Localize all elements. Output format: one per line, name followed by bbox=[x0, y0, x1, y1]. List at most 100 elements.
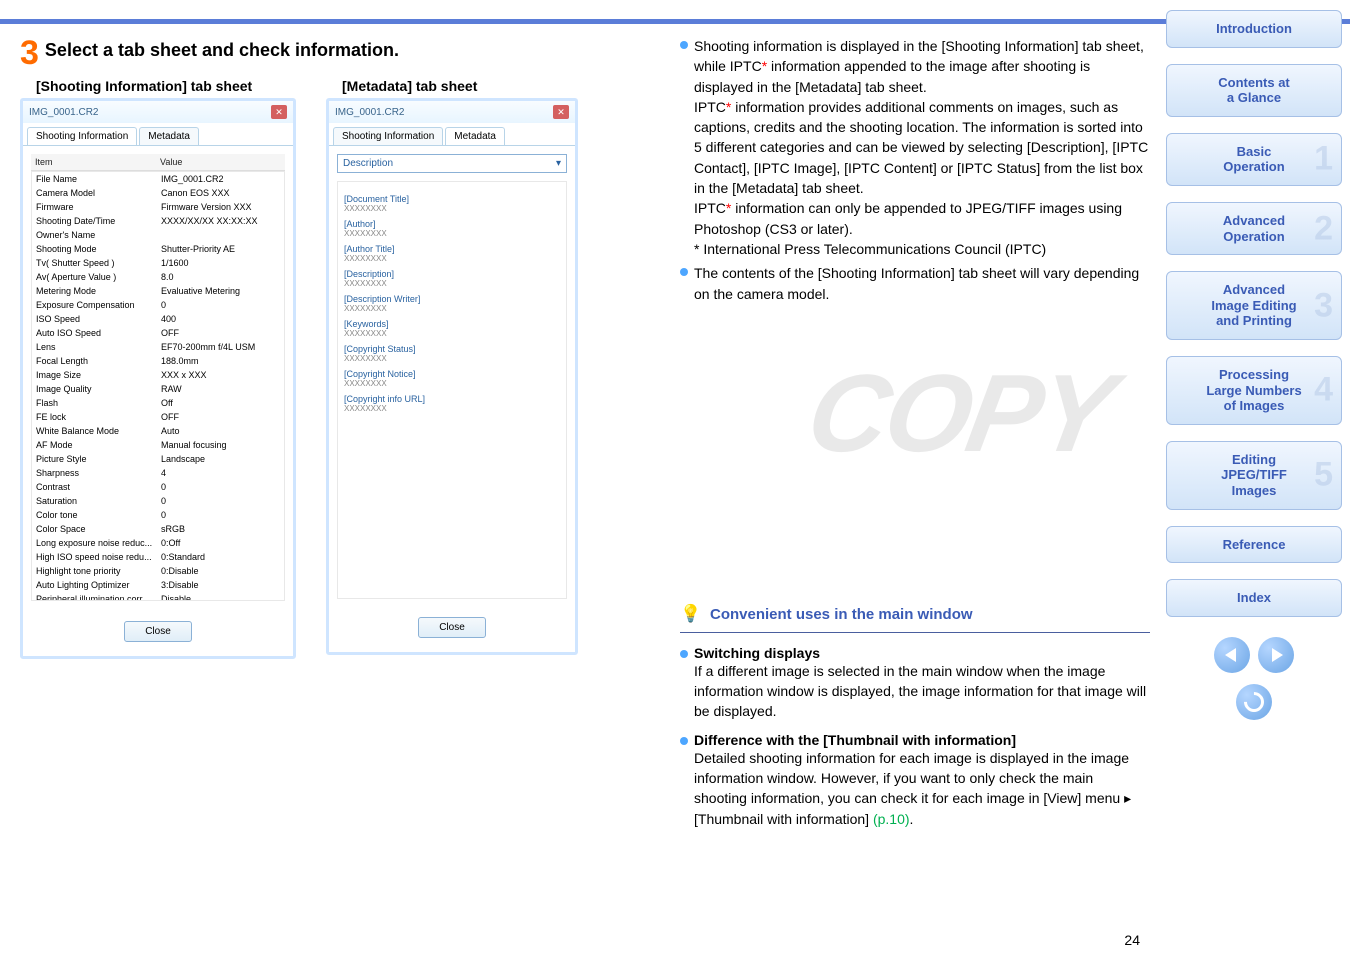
bullet-icon bbox=[680, 41, 688, 49]
sidebar-item[interactable]: Reference bbox=[1166, 526, 1342, 564]
row-value: sRGB bbox=[161, 524, 185, 534]
table-row: Image QualityRAW bbox=[32, 382, 284, 396]
sidebar-item[interactable]: Contents ata Glance bbox=[1166, 64, 1342, 117]
meta-value: XXXXXXXX bbox=[344, 229, 560, 238]
meta-value: XXXXXXXX bbox=[344, 354, 560, 363]
table-row: LensEF70-200mm f/4L USM bbox=[32, 340, 284, 354]
row-key: Auto Lighting Optimizer bbox=[36, 580, 161, 590]
row-value: Evaluative Metering bbox=[161, 286, 240, 296]
row-key: Long exposure noise reduc... bbox=[36, 538, 161, 548]
close-button[interactable]: Close bbox=[124, 621, 192, 642]
tab-metadata[interactable]: Metadata bbox=[139, 127, 199, 145]
table-row: Av( Aperture Value )8.0 bbox=[32, 270, 284, 284]
prev-page-button[interactable] bbox=[1214, 637, 1250, 673]
row-key: Color tone bbox=[36, 510, 161, 520]
table-row: Peripheral illumination corr...Disable bbox=[32, 592, 284, 601]
row-value: 188.0mm bbox=[161, 356, 199, 366]
bullet-icon bbox=[680, 268, 688, 276]
bullet-icon bbox=[680, 737, 688, 745]
row-key: Shooting Date/Time bbox=[36, 216, 161, 226]
row-key: FE lock bbox=[36, 412, 161, 422]
row-key: Image Size bbox=[36, 370, 161, 380]
row-key: Color Space bbox=[36, 524, 161, 534]
row-value: Firmware Version XXX bbox=[161, 202, 252, 212]
tab-metadata[interactable]: Metadata bbox=[445, 127, 505, 145]
table-row: Color tone0 bbox=[32, 508, 284, 522]
row-key: AF Mode bbox=[36, 440, 161, 450]
sheet1-label: [Shooting Information] tab sheet bbox=[36, 78, 296, 94]
sidebar-item[interactable]: EditingJPEG/TIFFImages5 bbox=[1166, 441, 1342, 510]
meta-key: [Copyright Status] bbox=[344, 344, 560, 354]
next-page-button[interactable] bbox=[1258, 637, 1294, 673]
sidebar-item[interactable]: BasicOperation1 bbox=[1166, 133, 1342, 186]
row-value: 0:Disable bbox=[161, 566, 199, 576]
tab-shooting-info[interactable]: Shooting Information bbox=[27, 127, 137, 145]
tip-heading: Convenient uses in the main window bbox=[710, 606, 973, 623]
row-value: Off bbox=[161, 398, 173, 408]
row-value: Auto bbox=[161, 426, 180, 436]
meta-key: [Document Title] bbox=[344, 194, 560, 204]
meta-key: [Author Title] bbox=[344, 244, 560, 254]
row-value: 0 bbox=[161, 300, 166, 310]
row-value: OFF bbox=[161, 328, 179, 338]
row-value: 0 bbox=[161, 510, 166, 520]
row-value: Landscape bbox=[161, 454, 205, 464]
table-row: Saturation0 bbox=[32, 494, 284, 508]
table-row: Contrast0 bbox=[32, 480, 284, 494]
row-key: Exposure Compensation bbox=[36, 300, 161, 310]
row-value: 0:Standard bbox=[161, 552, 205, 562]
col-item: Item bbox=[35, 157, 160, 167]
row-key: Peripheral illumination corr... bbox=[36, 594, 161, 601]
table-row: Shooting Date/TimeXXXX/XX/XX XX:XX:XX bbox=[32, 214, 284, 228]
table-row: Metering ModeEvaluative Metering bbox=[32, 284, 284, 298]
row-value: 4 bbox=[161, 468, 166, 478]
table-row: Camera ModelCanon EOS XXX bbox=[32, 186, 284, 200]
meta-key: [Description Writer] bbox=[344, 294, 560, 304]
meta-key: [Description] bbox=[344, 269, 560, 279]
close-icon[interactable]: ✕ bbox=[271, 105, 287, 119]
row-value: 0 bbox=[161, 496, 166, 506]
chapter-number: 5 bbox=[1314, 455, 1333, 496]
table-row: Image SizeXXX x XXX bbox=[32, 368, 284, 382]
row-value: 8.0 bbox=[161, 272, 174, 282]
sidebar-item[interactable]: AdvancedOperation2 bbox=[1166, 202, 1342, 255]
meta-key: [Copyright Notice] bbox=[344, 369, 560, 379]
tab-shooting-info[interactable]: Shooting Information bbox=[333, 127, 443, 145]
description-dropdown[interactable]: Description▾ bbox=[337, 154, 567, 173]
close-button[interactable]: Close bbox=[418, 617, 486, 638]
sidebar-item[interactable]: Index bbox=[1166, 579, 1342, 617]
row-key: Highlight tone priority bbox=[36, 566, 161, 576]
row-value: OFF bbox=[161, 412, 179, 422]
table-row: Long exposure noise reduc...0:Off bbox=[32, 536, 284, 550]
chevron-down-icon: ▾ bbox=[556, 158, 561, 169]
meta-value: XXXXXXXX bbox=[344, 379, 560, 388]
sidebar-item[interactable]: AdvancedImage Editingand Printing3 bbox=[1166, 271, 1342, 340]
row-key: Picture Style bbox=[36, 454, 161, 464]
page-link[interactable]: (p.10) bbox=[873, 811, 910, 827]
table-row: Tv( Shutter Speed )1/1600 bbox=[32, 256, 284, 270]
sub2-body: Detailed shooting information for each i… bbox=[694, 748, 1150, 829]
meta-key: [Keywords] bbox=[344, 319, 560, 329]
table-row: FirmwareFirmware Version XXX bbox=[32, 200, 284, 214]
table-row: Auto Lighting Optimizer3:Disable bbox=[32, 578, 284, 592]
sidebar-item[interactable]: ProcessingLarge Numbersof Images4 bbox=[1166, 356, 1342, 425]
chapter-number: 3 bbox=[1314, 285, 1333, 326]
table-row: Picture StyleLandscape bbox=[32, 452, 284, 466]
chapter-number: 4 bbox=[1314, 370, 1333, 411]
row-key: Camera Model bbox=[36, 188, 161, 198]
meta-value: XXXXXXXX bbox=[344, 254, 560, 263]
sidebar-item[interactable]: Introduction bbox=[1166, 10, 1342, 48]
meta-value: XXXXXXXX bbox=[344, 404, 560, 413]
back-button[interactable] bbox=[1236, 684, 1272, 720]
row-key: Saturation bbox=[36, 496, 161, 506]
row-value: RAW bbox=[161, 384, 182, 394]
close-icon[interactable]: ✕ bbox=[553, 105, 569, 119]
win2-title: IMG_0001.CR2 bbox=[335, 107, 404, 118]
row-value: Disable bbox=[161, 594, 191, 601]
row-value: Manual focusing bbox=[161, 440, 227, 450]
bulb-icon bbox=[680, 604, 702, 626]
step-number: 3 bbox=[20, 36, 39, 70]
row-key: Av( Aperture Value ) bbox=[36, 272, 161, 282]
table-row: AF ModeManual focusing bbox=[32, 438, 284, 452]
shooting-info-window: IMG_0001.CR2✕ Shooting Information Metad… bbox=[20, 98, 296, 659]
